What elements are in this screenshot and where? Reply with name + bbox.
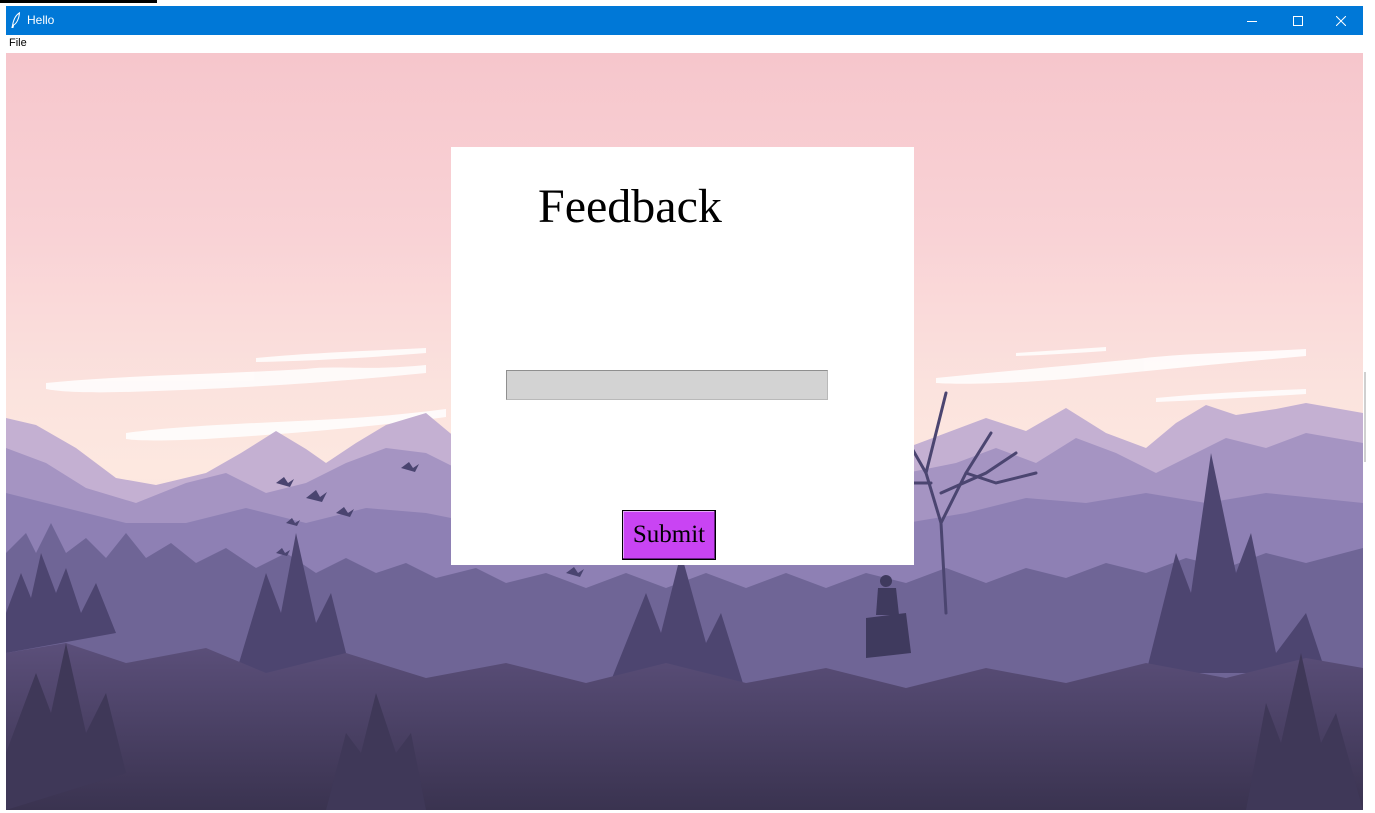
scroll-indicator: [1364, 372, 1366, 462]
feedback-card: Feedback Submit: [451, 147, 914, 565]
feather-icon: [11, 12, 21, 28]
submit-button[interactable]: Submit: [622, 510, 716, 560]
background-landscape: Feedback Submit: [6, 53, 1363, 810]
close-icon: [1336, 15, 1346, 26]
menu-bar: File: [6, 35, 1363, 54]
minimize-icon: [1247, 20, 1257, 22]
window-title: Hello: [27, 13, 55, 27]
minimize-button[interactable]: [1229, 6, 1275, 35]
title-bar[interactable]: Hello: [6, 6, 1363, 35]
maximize-icon: [1293, 15, 1303, 26]
close-button[interactable]: [1318, 6, 1363, 35]
menu-item-file[interactable]: File: [8, 37, 28, 49]
app-window: Hello File Feedback Submit: [6, 6, 1363, 810]
desktop-top-black-bar: [0, 0, 157, 3]
maximize-button[interactable]: [1275, 6, 1321, 35]
feedback-input[interactable]: [506, 370, 828, 400]
feedback-heading: Feedback: [538, 180, 722, 233]
right-edge-strip: [1363, 47, 1375, 813]
